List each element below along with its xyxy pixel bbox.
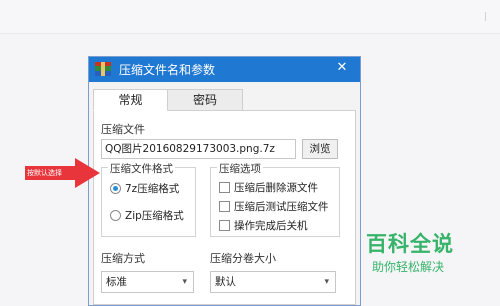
format-group: 压缩文件格式 7z压缩格式 Zip压缩格式 [101, 161, 196, 237]
radio-7z-label: 7z压缩格式 [125, 183, 180, 195]
method-select[interactable]: 标准 ▾ [101, 271, 194, 293]
checkbox-icon [219, 182, 230, 193]
tab-general[interactable]: 常规 [93, 89, 168, 111]
method-label: 压缩方式 [101, 252, 145, 265]
option-delete-source-label: 压缩后删除源文件 [234, 182, 318, 194]
close-icon[interactable]: ✕ [334, 60, 350, 76]
tab-password[interactable]: 密码 [168, 89, 243, 111]
archive-name-input[interactable]: QQ图片20160829173003.png.7z [101, 139, 296, 159]
top-divider [485, 12, 486, 21]
split-size-select[interactable]: 默认 ▾ [210, 271, 336, 293]
radio-unselected-icon [110, 210, 121, 221]
archive-name-label: 压缩文件 [101, 123, 145, 136]
options-group-title: 压缩选项 [217, 161, 263, 176]
browse-button[interactable]: 浏览 [302, 139, 338, 159]
compression-dialog: 压缩文件名和参数 ✕ 常规 密码 压缩文件 QQ图片20160829173003… [88, 56, 361, 306]
method-value: 标准 [106, 276, 127, 288]
browser-top-strip [0, 0, 500, 34]
checkbox-icon [219, 220, 230, 231]
annotation-text: 按默认选择 [27, 169, 62, 177]
watermark-subtitle: 助你轻松解决 [372, 260, 445, 274]
radio-selected-icon [110, 183, 121, 194]
option-test-archive-label: 压缩后测试压缩文件 [234, 201, 329, 213]
chevron-down-icon: ▾ [324, 277, 329, 287]
format-group-title: 压缩文件格式 [108, 161, 175, 176]
dialog-titlebar[interactable]: 压缩文件名和参数 ✕ [89, 57, 360, 82]
radio-zip-label: Zip压缩格式 [125, 210, 184, 222]
split-size-label: 压缩分卷大小 [210, 252, 276, 265]
watermark-title: 百科全说 [366, 232, 454, 256]
option-shutdown-label: 操作完成后关机 [234, 220, 308, 232]
split-size-value: 默认 [215, 276, 236, 288]
dialog-title: 压缩文件名和参数 [119, 63, 216, 77]
checkbox-icon [219, 201, 230, 212]
options-group: 压缩选项 压缩后删除源文件 压缩后测试压缩文件 操作完成后关机 [210, 161, 340, 237]
winrar-archive-icon [95, 62, 111, 76]
chevron-down-icon: ▾ [182, 277, 187, 287]
